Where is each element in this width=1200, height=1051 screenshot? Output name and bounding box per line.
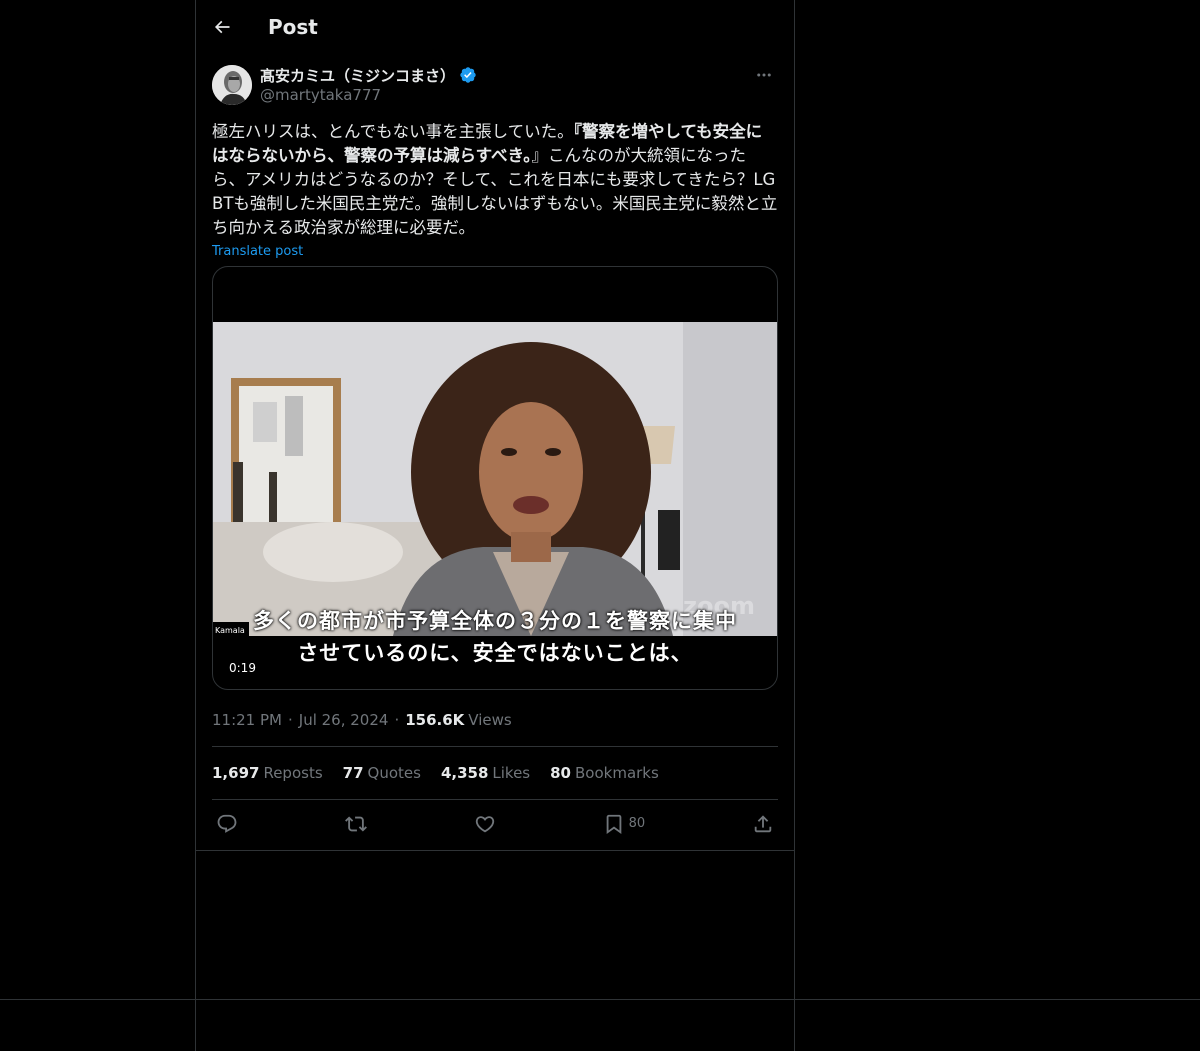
more-dots-icon xyxy=(757,73,771,77)
bookmark-button[interactable]: 80 xyxy=(603,813,646,835)
post-text: 極左ハリスは、とんでもない事を主張していた。『警察を増やしても安全にはならないか… xyxy=(212,120,778,240)
video-subtitle-line-1: 多くの都市が市予算全体の３分の１を警察に集中 xyxy=(253,609,737,633)
reposts-count: 1,697 xyxy=(212,764,260,782)
likes-stat[interactable]: 4,358 Likes xyxy=(441,764,530,782)
bottom-divider xyxy=(0,999,1200,1000)
verified-badge-icon[interactable] xyxy=(459,66,477,84)
bookmark-icon xyxy=(606,814,621,834)
bookmark-count: 80 xyxy=(628,816,646,831)
post-meta: 11:21 PM · Jul 26, 2024 · 156.6K Views xyxy=(212,710,778,730)
translate-post-link[interactable]: Translate post xyxy=(212,244,303,259)
avatar-portrait-icon xyxy=(212,65,252,105)
bookmarks-label: Bookmarks xyxy=(575,764,659,782)
repost-icon xyxy=(344,816,367,831)
author-info: 髙安カミユ（ミジンコまさ） @martytaka777 xyxy=(260,65,754,104)
post-time[interactable]: 11:21 PM xyxy=(212,711,282,729)
reply-button[interactable] xyxy=(216,813,238,835)
video-subtitle-line-2: させているのに、安全ではないことは、 xyxy=(297,641,693,665)
video-player[interactable]: Kamala zoom 多くの都市が市予算全体の３分の１を警察に集中 させている… xyxy=(212,266,778,690)
page-header: Post xyxy=(196,0,794,54)
views-count: 156.6K xyxy=(405,711,465,729)
action-bar: 80 xyxy=(212,800,778,847)
video-duration: 0:19 xyxy=(229,661,256,675)
likes-label: Likes xyxy=(492,764,531,782)
views-label: Views xyxy=(468,711,512,729)
avatar[interactable] xyxy=(212,65,252,105)
more-options-button[interactable] xyxy=(754,65,774,85)
main-column: Post 髙安カミユ（ミジンコまさ） @martytaka777 極左ハリスは、… xyxy=(196,0,794,851)
bookmarks-count: 80 xyxy=(550,764,571,782)
right-column-border xyxy=(794,0,795,1051)
page-title: Post xyxy=(268,15,318,39)
page: Post 髙安カミユ（ミジンコまさ） @martytaka777 極左ハリスは、… xyxy=(0,0,1200,1051)
repost-button[interactable] xyxy=(344,813,367,835)
share-button[interactable] xyxy=(752,813,774,835)
meta-separator: · xyxy=(287,711,293,729)
meta-separator: · xyxy=(394,711,400,729)
heart-icon xyxy=(475,815,494,832)
quotes-label: Quotes xyxy=(367,764,421,782)
post-text-part-1: 極左ハリスは、とんでもない事を主張していた。 xyxy=(212,122,574,141)
quotes-stat[interactable]: 77 Quotes xyxy=(343,764,421,782)
name-line: 髙安カミユ（ミジンコまさ） xyxy=(260,65,754,85)
reposts-stat[interactable]: 1,697 Reposts xyxy=(212,764,323,782)
like-button[interactable] xyxy=(474,813,496,835)
post: 髙安カミユ（ミジンコまさ） @martytaka777 極左ハリスは、とんでもな… xyxy=(196,65,794,847)
video-frame: Kamala zoom xyxy=(213,322,777,636)
reposts-label: Reposts xyxy=(263,764,323,782)
post-date[interactable]: Jul 26, 2024 xyxy=(299,711,389,729)
likes-count: 4,358 xyxy=(440,764,489,782)
arrow-left-icon xyxy=(214,20,230,34)
share-icon xyxy=(754,814,772,832)
back-button[interactable] xyxy=(212,17,232,37)
author-handle[interactable]: @martytaka777 xyxy=(260,86,754,104)
bookmarks-stat[interactable]: 80 Bookmarks xyxy=(550,764,659,782)
quotes-count: 77 xyxy=(342,764,364,782)
display-name[interactable]: 髙安カミユ（ミジンコまさ） xyxy=(260,65,455,86)
engagement-stats: 1,697 Reposts 77 Quotes 4,358 Likes 80 Bookm… xyxy=(212,747,778,799)
reply-icon xyxy=(217,814,237,833)
author-row: 髙安カミユ（ミジンコまさ） @martytaka777 xyxy=(212,65,778,109)
